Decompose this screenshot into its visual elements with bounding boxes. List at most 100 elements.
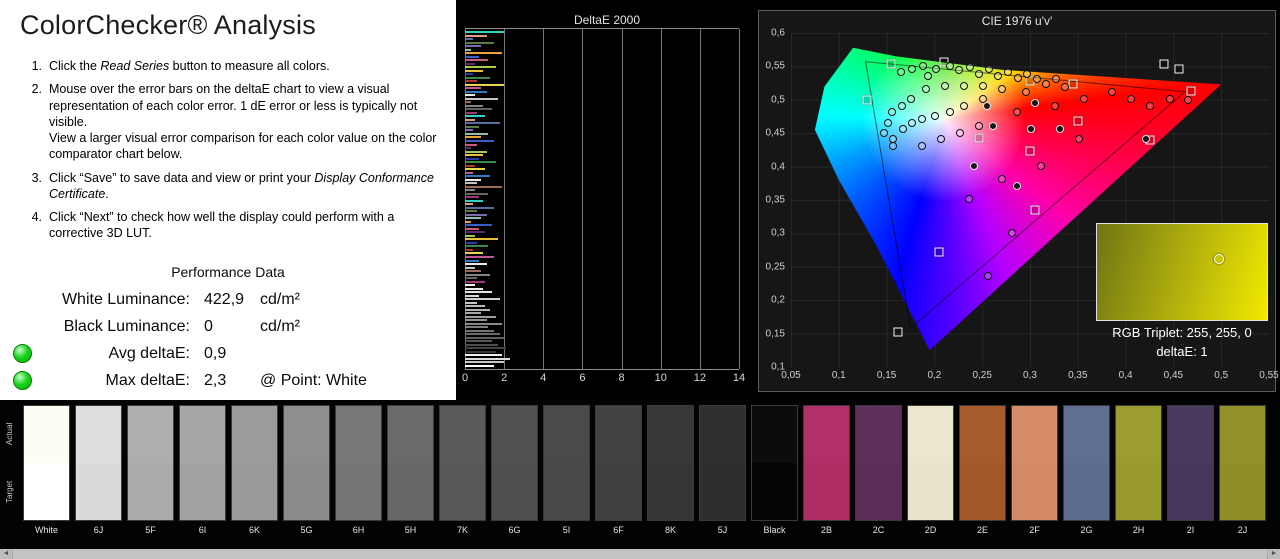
deltae-bar[interactable] <box>465 238 499 241</box>
deltae-bar[interactable] <box>465 178 481 181</box>
measured-point[interactable] <box>945 61 954 70</box>
deltae-bar[interactable] <box>465 308 491 311</box>
deltae-bar[interactable] <box>465 301 477 304</box>
patch-swatch[interactable] <box>1167 405 1214 521</box>
deltae-bar[interactable] <box>465 185 503 188</box>
measured-point[interactable] <box>908 118 917 127</box>
deltae-bar[interactable] <box>465 115 485 118</box>
deltae-bar[interactable] <box>465 343 499 346</box>
target-point[interactable] <box>893 327 903 337</box>
target-point[interactable] <box>1073 116 1083 126</box>
target-point[interactable] <box>886 59 896 69</box>
measured-point[interactable] <box>1108 88 1117 97</box>
deltae-bar[interactable] <box>465 213 487 216</box>
measured-point[interactable] <box>940 81 949 90</box>
deltae-bar[interactable] <box>465 245 489 248</box>
deltae-bar[interactable] <box>465 38 473 41</box>
measured-point[interactable] <box>983 272 992 281</box>
deltae-bar[interactable] <box>465 73 473 76</box>
measured-point[interactable] <box>965 63 974 72</box>
measured-point[interactable] <box>888 108 897 117</box>
target-point[interactable] <box>1159 59 1169 69</box>
target-point[interactable] <box>974 133 984 143</box>
measured-point[interactable] <box>923 71 932 80</box>
deltae-bar[interactable] <box>465 259 479 262</box>
deltae-bar[interactable] <box>465 69 483 72</box>
measured-point[interactable] <box>1012 181 1021 190</box>
measured-point[interactable] <box>1050 101 1059 110</box>
measured-point[interactable] <box>979 81 988 90</box>
deltae-bar[interactable] <box>465 340 493 343</box>
deltae-bar[interactable] <box>465 150 487 153</box>
deltae-bar[interactable] <box>465 175 491 178</box>
measured-point[interactable] <box>931 111 940 120</box>
target-point[interactable] <box>1186 86 1196 96</box>
measured-point[interactable] <box>960 101 969 110</box>
deltae-bar[interactable] <box>465 361 505 364</box>
measured-point[interactable] <box>1127 95 1136 104</box>
deltae-bar[interactable] <box>465 80 477 83</box>
deltae-bar[interactable] <box>465 136 481 139</box>
measured-point[interactable] <box>1051 75 1060 84</box>
measured-point[interactable] <box>1032 75 1041 84</box>
measured-point[interactable] <box>964 195 973 204</box>
deltae-bar[interactable] <box>465 231 485 234</box>
deltae-bar[interactable] <box>465 322 503 325</box>
measured-point[interactable] <box>960 81 969 90</box>
measured-point[interactable] <box>1012 108 1021 117</box>
measured-point[interactable] <box>1183 96 1192 105</box>
deltae-bar[interactable] <box>465 182 477 185</box>
deltae-bar[interactable] <box>465 248 473 251</box>
deltae-bar[interactable] <box>465 101 471 104</box>
deltae-bar[interactable] <box>465 45 481 48</box>
patch-swatch[interactable] <box>751 405 798 521</box>
patch-swatch[interactable] <box>1219 405 1266 521</box>
deltae-bar[interactable] <box>465 199 483 202</box>
measured-point[interactable] <box>896 68 905 77</box>
deltae-bar[interactable] <box>465 157 479 160</box>
measured-point[interactable] <box>1042 80 1051 89</box>
patch-swatch[interactable] <box>1115 405 1162 521</box>
target-point[interactable] <box>1068 79 1078 89</box>
deltae-bar[interactable] <box>465 122 501 125</box>
deltae-bar[interactable] <box>465 97 499 100</box>
deltae-bar[interactable] <box>465 350 497 353</box>
patch-swatch[interactable] <box>491 405 538 521</box>
measured-point[interactable] <box>889 141 898 150</box>
deltae-bar[interactable] <box>465 252 483 255</box>
deltae-bar[interactable] <box>465 83 505 86</box>
deltae-plot[interactable] <box>465 28 740 370</box>
deltae-bar[interactable] <box>465 354 503 357</box>
measured-point[interactable] <box>908 65 917 74</box>
deltae-bar[interactable] <box>465 104 483 107</box>
patch-swatch[interactable] <box>1011 405 1058 521</box>
patch-swatch[interactable] <box>75 405 122 521</box>
measured-point[interactable] <box>969 161 978 170</box>
patch-swatch[interactable] <box>647 405 694 521</box>
deltae-bar[interactable] <box>465 189 475 192</box>
deltae-bar[interactable] <box>465 347 507 350</box>
deltae-bar[interactable] <box>465 305 485 308</box>
measured-point[interactable] <box>1026 125 1035 134</box>
deltae-bar[interactable] <box>465 34 487 37</box>
measured-point[interactable] <box>984 65 993 74</box>
deltae-bar[interactable] <box>465 48 471 51</box>
deltae-bar[interactable] <box>465 143 477 146</box>
deltae-bar[interactable] <box>465 280 485 283</box>
deltae-bar[interactable] <box>465 210 477 213</box>
patch-swatch[interactable] <box>699 405 746 521</box>
patch-swatch[interactable] <box>387 405 434 521</box>
measured-point[interactable] <box>932 65 941 74</box>
deltae-bar[interactable] <box>465 31 505 33</box>
deltae-bar[interactable] <box>465 291 493 294</box>
patch-swatch[interactable] <box>907 405 954 521</box>
measured-point[interactable] <box>898 125 907 134</box>
target-point[interactable] <box>862 95 872 105</box>
measured-point[interactable] <box>945 108 954 117</box>
deltae-bar[interactable] <box>465 364 495 367</box>
deltae-bar[interactable] <box>465 298 501 301</box>
measured-point[interactable] <box>975 69 984 78</box>
deltae-bar[interactable] <box>465 154 483 157</box>
measured-point[interactable] <box>994 71 1003 80</box>
patch-swatch[interactable] <box>179 405 226 521</box>
